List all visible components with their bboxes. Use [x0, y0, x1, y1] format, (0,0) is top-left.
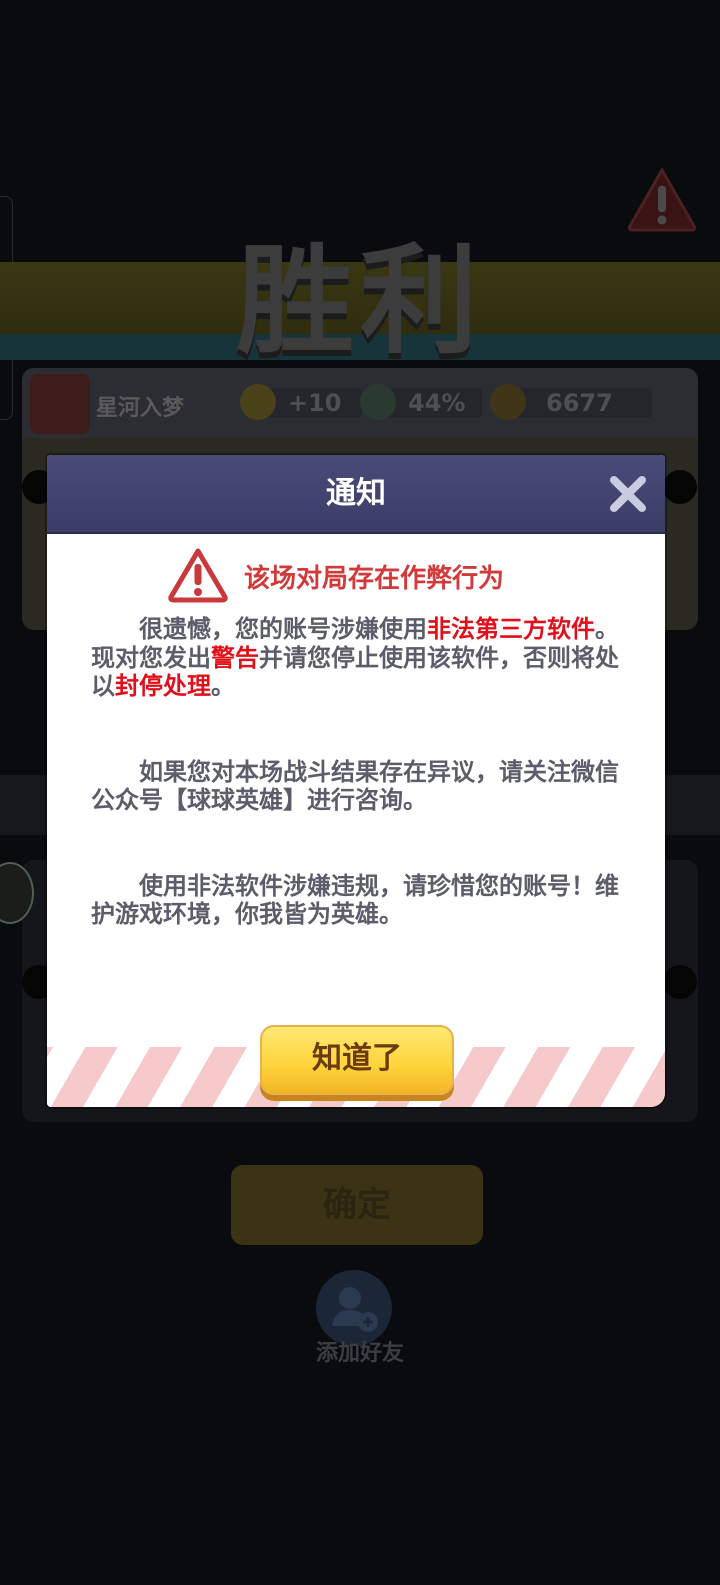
add-friend-label: 添加好友 [315, 1341, 404, 1366]
victory-title: 胜利 [235, 232, 484, 370]
trophy-stat: 6677 [490, 384, 652, 420]
report-warning-icon[interactable] [626, 166, 698, 232]
player-stats-row: 星河入梦 +10 44% 6677 [22, 368, 698, 438]
confirm-button[interactable]: 确定 [231, 1165, 483, 1245]
acknowledge-button[interactable]: 知道了 [260, 1025, 454, 1095]
message-paragraph: 使用非法软件涉嫌违规，请珍惜您的账号！维护游戏环境，你我皆为英雄。 [91, 871, 619, 929]
warning-row: 该场对局存在作弊行为 [47, 547, 665, 603]
message-paragraph: 如果您对本场战斗结果存在异议，请关注微信公众号【球球英雄】进行咨询。 [91, 757, 619, 815]
close-icon[interactable] [607, 473, 649, 515]
trophy-value: 6677 [546, 389, 613, 417]
message-paragraph: 很遗憾，您的账号涉嫌使用非法第三方软件。现对您发出警告并请您停止使用该软件，否则… [91, 615, 621, 701]
avatar [30, 374, 90, 434]
exp-icon [240, 384, 276, 420]
dialog-message: 很遗憾，您的账号涉嫌使用非法第三方软件。现对您发出警告并请您停止使用该软件，否则… [91, 615, 621, 986]
panel-notch [663, 470, 697, 504]
message-text: 。 [211, 672, 235, 700]
sword-icon [360, 384, 396, 420]
notice-dialog: 通知 该场对局存在作弊行为 很遗憾，您的账号涉嫌使用非法第三方软件。现对您发出警… [47, 455, 665, 1107]
highlight-text: 警告 [211, 643, 259, 672]
trophy-icon [490, 384, 526, 420]
exp-value: +10 [288, 389, 342, 417]
panel-notch [663, 965, 697, 999]
dialog-title: 通知 [326, 476, 386, 511]
message-text: 很遗憾，您的账号涉嫌使用 [139, 615, 427, 643]
player-name: 星河入梦 [96, 396, 185, 421]
highlight-text: 封停处理 [115, 672, 211, 700]
exp-stat: +10 [240, 384, 362, 420]
win-rate-stat: 44% [360, 384, 482, 420]
warning-icon [168, 548, 228, 603]
warning-heading: 该场对局存在作弊行为 [244, 564, 505, 594]
highlight-text: 非法第三方软件 [427, 615, 595, 643]
win-rate-value: 44% [408, 389, 466, 417]
